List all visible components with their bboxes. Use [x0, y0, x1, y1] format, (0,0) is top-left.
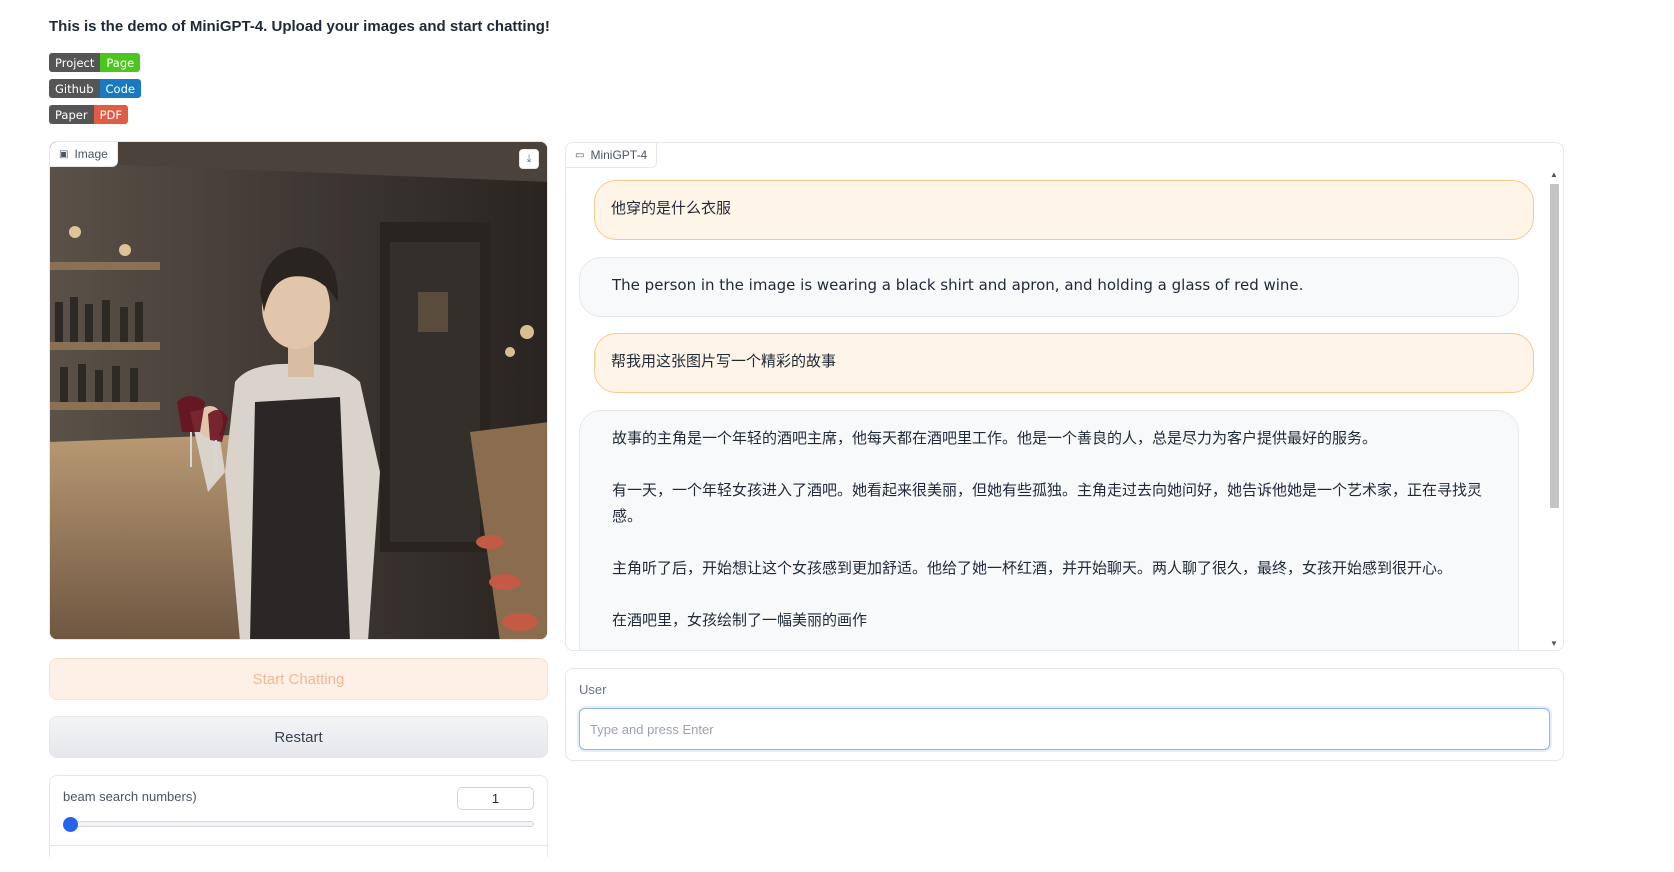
chat-messages[interactable]: 他穿的是什么衣服 The person in the image is wear…: [566, 169, 1546, 650]
slider-track[interactable]: [68, 821, 534, 827]
scroll-down-icon[interactable]: ▼: [1550, 639, 1558, 648]
image-icon: ▣: [59, 148, 69, 160]
project-page-badge[interactable]: Project Page: [49, 53, 141, 72]
scroll-up-icon[interactable]: ▲: [1550, 170, 1558, 179]
image-label-text: Image: [74, 147, 108, 161]
bot-message: The person in the image is wearing a bla…: [579, 257, 1519, 317]
user-message: 他穿的是什么衣服: [594, 180, 1534, 240]
badge-left: Project: [49, 53, 101, 72]
badge-right: PDF: [93, 105, 128, 124]
user-message: 帮我用这张图片写一个精彩的故事: [594, 333, 1534, 393]
chatbot-label-text: MiniGPT-4: [590, 148, 648, 162]
bot-paragraph: 主角听了后，开始想让这个女孩感到更加舒适。他给了她一杯红酒，并开始聊天。两人聊了…: [612, 559, 1453, 577]
badge-left: Github: [49, 79, 100, 98]
download-icon[interactable]: ⤓: [519, 149, 539, 169]
chatbot-label: ▭ MiniGPT-4: [566, 143, 658, 168]
start-chatting-button[interactable]: Start Chatting: [49, 658, 548, 700]
badge-left: Paper: [49, 105, 94, 124]
beam-search-slider-block: beam search numbers) 1: [49, 775, 548, 857]
chat-icon: ▭: [575, 149, 585, 161]
user-input-block: User: [565, 668, 1564, 761]
badge-right: Code: [99, 79, 141, 98]
intro-text: This is the demo of MiniGPT-4. Upload yo…: [49, 18, 550, 35]
bot-paragraph: 故事的主角是一个年轻的酒吧主席，他每天都在酒吧里工作。他是一个善良的人，总是尽力…: [612, 429, 1378, 447]
chat-scrollbar[interactable]: ▲ ▼: [1546, 169, 1562, 650]
chatbot-panel: ▭ MiniGPT-4 他穿的是什么衣服 The person in the i…: [565, 142, 1564, 651]
paper-pdf-badge[interactable]: Paper PDF: [49, 105, 128, 124]
user-message-input[interactable]: [579, 708, 1550, 750]
bot-paragraph: 有一天，一个年轻女孩进入了酒吧。她看起来很美丽，但她有些孤独。主角走过去向她问好…: [612, 481, 1483, 525]
divider: [50, 845, 547, 846]
bot-message: 故事的主角是一个年轻的酒吧主席，他每天都在酒吧里工作。他是一个善良的人，总是尽力…: [579, 410, 1519, 650]
image-panel-label: ▣ Image: [50, 142, 118, 167]
beam-search-number-input[interactable]: 1: [457, 787, 534, 810]
restart-button[interactable]: Restart: [49, 716, 548, 758]
github-code-badge[interactable]: Github Code: [49, 79, 141, 98]
uploaded-image: [50, 142, 547, 639]
image-upload-panel[interactable]: ▣ Image ⤓: [49, 141, 548, 640]
scrollbar-thumb[interactable]: [1550, 184, 1559, 508]
slider-label: beam search numbers): [63, 789, 197, 804]
slider-thumb[interactable]: [63, 817, 78, 832]
badge-right: Page: [100, 53, 141, 72]
bot-paragraph: 在酒吧里，女孩绘制了一幅美丽的画作: [612, 611, 868, 629]
user-label: User: [579, 682, 607, 697]
